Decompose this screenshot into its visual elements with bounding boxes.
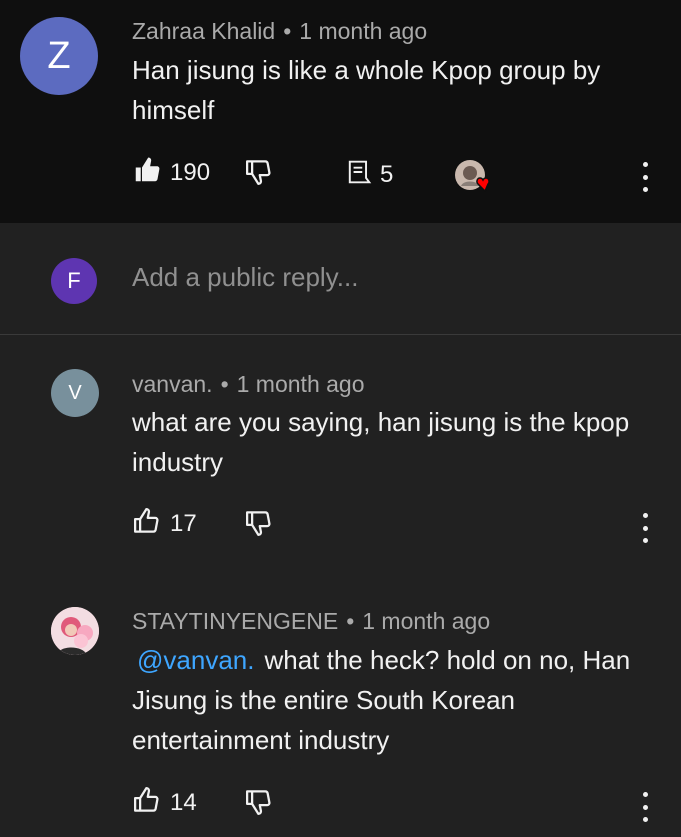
- thumbs-up-filled-icon: [132, 155, 162, 190]
- comment-time: 1 month ago: [236, 371, 365, 397]
- commenter-avatar[interactable]: Z: [20, 17, 98, 95]
- creator-avatar-heart-icon: [455, 158, 497, 201]
- reply-count-button[interactable]: 5: [346, 159, 393, 190]
- more-options-button[interactable]: [637, 513, 653, 543]
- comment-actions: 14: [0, 785, 681, 825]
- meta-separator: •: [283, 18, 292, 44]
- author-name[interactable]: Zahraa Khalid: [132, 18, 275, 44]
- avatar-letter: Z: [47, 34, 71, 77]
- comment-meta: STAYTINYENGENE • 1 month ago: [132, 608, 490, 635]
- like-button[interactable]: 17: [132, 506, 197, 541]
- like-button[interactable]: 14: [132, 785, 197, 820]
- comment-text: what are you saying, han jisung is the k…: [132, 407, 630, 477]
- more-options-button[interactable]: [637, 162, 653, 192]
- comment-meta: Zahraa Khalid • 1 month ago: [132, 18, 427, 45]
- thumbs-down-icon: [244, 508, 274, 543]
- comment-body: @vanvan. what the heck? hold on no, Han J…: [132, 640, 632, 760]
- thumbs-up-icon: [132, 785, 162, 820]
- top-comment: Z Zahraa Khalid • 1 month ago Han jisung i…: [0, 0, 681, 223]
- comment-time: 1 month ago: [362, 608, 491, 634]
- dislike-button[interactable]: [244, 157, 274, 192]
- dot: [642, 792, 648, 797]
- author-name[interactable]: vanvan.: [132, 371, 213, 397]
- user-avatar: F: [51, 258, 97, 304]
- dot: [642, 817, 648, 822]
- commenter-avatar[interactable]: [51, 607, 99, 655]
- dot: [642, 162, 648, 167]
- divider: [0, 334, 681, 335]
- like-count: 14: [170, 788, 197, 816]
- creator-heart-badge: [455, 158, 497, 201]
- dislike-button[interactable]: [244, 787, 274, 822]
- dot: [642, 187, 648, 192]
- meta-separator: •: [346, 608, 355, 634]
- avatar-letter: V: [68, 381, 82, 404]
- mention-link[interactable]: @vanvan.: [137, 645, 254, 675]
- like-count: 17: [170, 509, 197, 537]
- avatar-letter: F: [67, 268, 81, 293]
- dot: [642, 525, 648, 531]
- author-name[interactable]: STAYTINYENGENE: [132, 608, 338, 634]
- comment-text: Han jisung is like a whole Kpop group by…: [132, 55, 601, 125]
- more-options-button[interactable]: [637, 792, 653, 822]
- dislike-button[interactable]: [244, 508, 274, 543]
- comment-time: 1 month ago: [299, 18, 428, 44]
- meta-separator: •: [220, 371, 229, 397]
- thumbs-down-icon: [244, 157, 274, 192]
- comment-meta: vanvan. • 1 month ago: [132, 371, 365, 398]
- like-count: 190: [170, 158, 211, 186]
- thumbs-up-icon: [132, 506, 162, 541]
- dot: [642, 804, 648, 810]
- dot: [642, 174, 648, 180]
- comment-actions: 17: [0, 506, 681, 546]
- reply-count: 5: [380, 160, 394, 188]
- dot: [642, 538, 648, 543]
- comment-icon: [346, 159, 372, 190]
- thumbs-down-icon: [244, 787, 274, 822]
- profile-photo-icon: [51, 607, 99, 655]
- comment-actions: 190 5: [0, 155, 681, 195]
- like-button[interactable]: 190: [132, 155, 210, 190]
- reply-input[interactable]: Add a public reply...: [132, 262, 358, 293]
- commenter-avatar[interactable]: V: [51, 369, 99, 417]
- dot: [642, 513, 648, 518]
